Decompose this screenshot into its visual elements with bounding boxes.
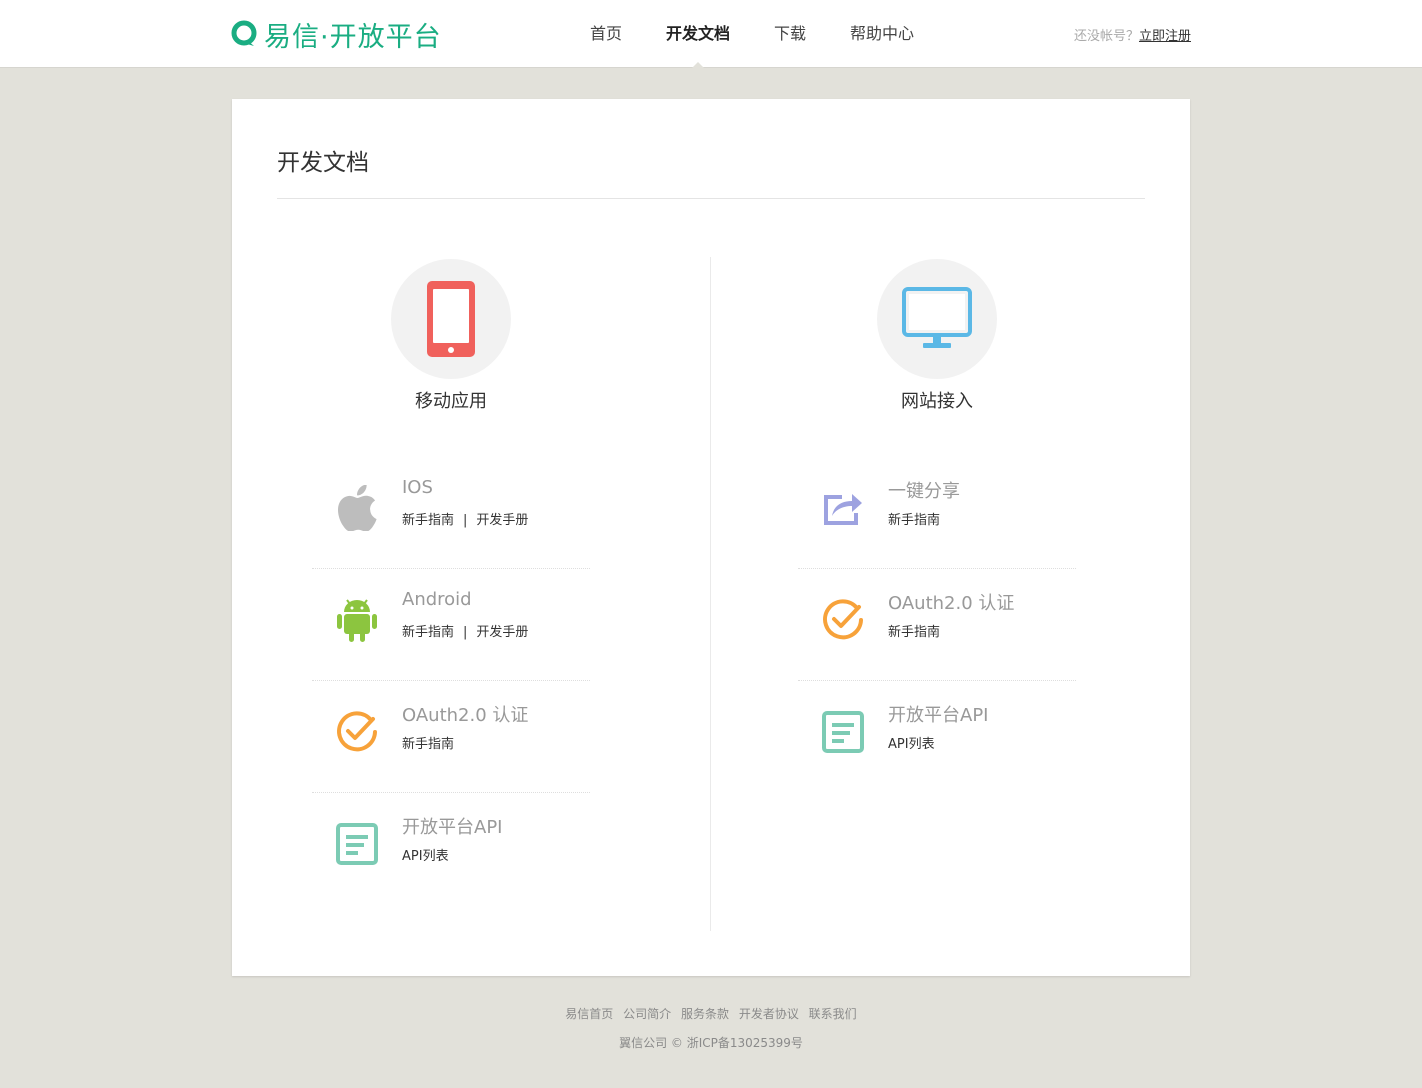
nav-download[interactable]: 下载	[752, 0, 828, 68]
signup-link[interactable]: 立即注册	[1139, 29, 1191, 44]
guide-link[interactable]: 新手指南	[888, 513, 940, 528]
phone-icon	[427, 281, 475, 357]
doc-links: 新手指南 | 开发手册	[402, 509, 528, 528]
top-header: 易信·开放平台 首页 开发文档 下载 帮助中心 还没帐号？立即注册	[0, 0, 1422, 69]
doc-links: 新手指南	[888, 621, 940, 640]
guide-link[interactable]: 新手指南	[402, 513, 454, 528]
footer-link-home[interactable]: 易信首页	[565, 1007, 613, 1021]
doc-links: API列表	[402, 845, 449, 864]
footer-link-contact[interactable]: 联系我们	[809, 1007, 857, 1021]
hero-circle	[877, 259, 997, 379]
doc-item-android: Android 新手指南 | 开发手册	[312, 569, 590, 681]
doc-links: 新手指南	[888, 509, 940, 528]
doc-item-oauth: OAuth2.0 认证 新手指南	[312, 681, 590, 793]
footer: 易信首页 公司简介 服务条款 开发者协议 联系我们 翼信公司 © 浙ICP备13…	[0, 1005, 1422, 1051]
website-column: 网站接入 一键分享 新手指南 OAuth2.0 认证 新手指南 开放平台API …	[798, 257, 1076, 793]
footer-links: 易信首页 公司简介 服务条款 开发者协议 联系我们	[0, 1005, 1422, 1022]
docs-card: 开发文档 移动应用 IOS 新手指南 | 开发手册 Android 新手指南 |…	[232, 99, 1190, 976]
nav-docs[interactable]: 开发文档	[644, 0, 752, 69]
doc-links: 新手指南	[402, 733, 454, 752]
logo-text: 易信·开放平台	[264, 21, 442, 53]
mobile-apps-hero[interactable]: 移动应用	[312, 257, 590, 457]
hero-circle	[391, 259, 511, 379]
doc-name[interactable]: OAuth2.0 认证	[402, 701, 528, 727]
link-separator: |	[463, 625, 468, 640]
website-label: 网站接入	[901, 391, 973, 412]
doc-item-share: 一键分享 新手指南	[798, 457, 1076, 569]
doc-name[interactable]: 开放平台API	[402, 813, 502, 839]
guide-link[interactable]: 新手指南	[402, 625, 454, 640]
oauth-check-icon	[820, 597, 866, 643]
active-nav-caret	[691, 62, 706, 69]
guide-link[interactable]: 新手指南	[888, 625, 940, 640]
oauth-check-icon	[334, 709, 380, 755]
main-nav: 首页 开发文档 下载 帮助中心	[568, 0, 936, 69]
api-list-link[interactable]: API列表	[402, 849, 449, 864]
doc-name[interactable]: Android	[402, 589, 472, 610]
manual-link[interactable]: 开发手册	[476, 625, 528, 640]
api-document-icon	[334, 821, 380, 867]
yixin-logo-icon	[231, 20, 257, 46]
doc-name[interactable]: OAuth2.0 认证	[888, 589, 1014, 615]
footer-link-about[interactable]: 公司简介	[623, 1007, 671, 1021]
manual-link[interactable]: 开发手册	[476, 513, 528, 528]
share-icon	[820, 485, 866, 531]
doc-links: 新手指南 | 开发手册	[402, 621, 528, 640]
doc-item-oauth: OAuth2.0 认证 新手指南	[798, 569, 1076, 681]
doc-item-ios: IOS 新手指南 | 开发手册	[312, 457, 590, 569]
link-separator: |	[463, 513, 468, 528]
footer-link-dev-agreement[interactable]: 开发者协议	[739, 1007, 799, 1021]
column-divider	[710, 257, 711, 931]
doc-links: API列表	[888, 733, 935, 752]
logo[interactable]: 易信·开放平台	[230, 17, 442, 53]
nav-home[interactable]: 首页	[568, 0, 644, 68]
nav-docs-label: 开发文档	[666, 24, 731, 43]
api-list-link[interactable]: API列表	[888, 737, 935, 752]
doc-item-api: 开放平台API API列表	[312, 793, 590, 905]
website-hero[interactable]: 网站接入	[798, 257, 1076, 457]
api-document-icon	[820, 709, 866, 755]
signup-prompt: 还没帐号？	[1073, 29, 1139, 44]
android-icon	[334, 597, 380, 643]
footer-link-terms[interactable]: 服务条款	[681, 1007, 729, 1021]
mobile-apps-label: 移动应用	[415, 391, 487, 412]
doc-item-api: 开放平台API API列表	[798, 681, 1076, 793]
doc-name[interactable]: IOS	[402, 477, 433, 498]
guide-link[interactable]: 新手指南	[402, 737, 454, 752]
signup-area: 还没帐号？立即注册	[1074, 25, 1191, 44]
doc-name[interactable]: 开放平台API	[888, 701, 988, 727]
nav-help[interactable]: 帮助中心	[828, 0, 936, 68]
monitor-icon	[902, 287, 972, 348]
mobile-apps-column: 移动应用 IOS 新手指南 | 开发手册 Android 新手指南 | 开发手册…	[312, 257, 590, 905]
copyright: 翼信公司 © 浙ICP备13025399号	[619, 1036, 803, 1050]
title-divider	[277, 198, 1145, 199]
doc-name[interactable]: 一键分享	[888, 477, 960, 503]
page-title: 开发文档	[277, 150, 369, 176]
apple-icon	[334, 485, 380, 531]
